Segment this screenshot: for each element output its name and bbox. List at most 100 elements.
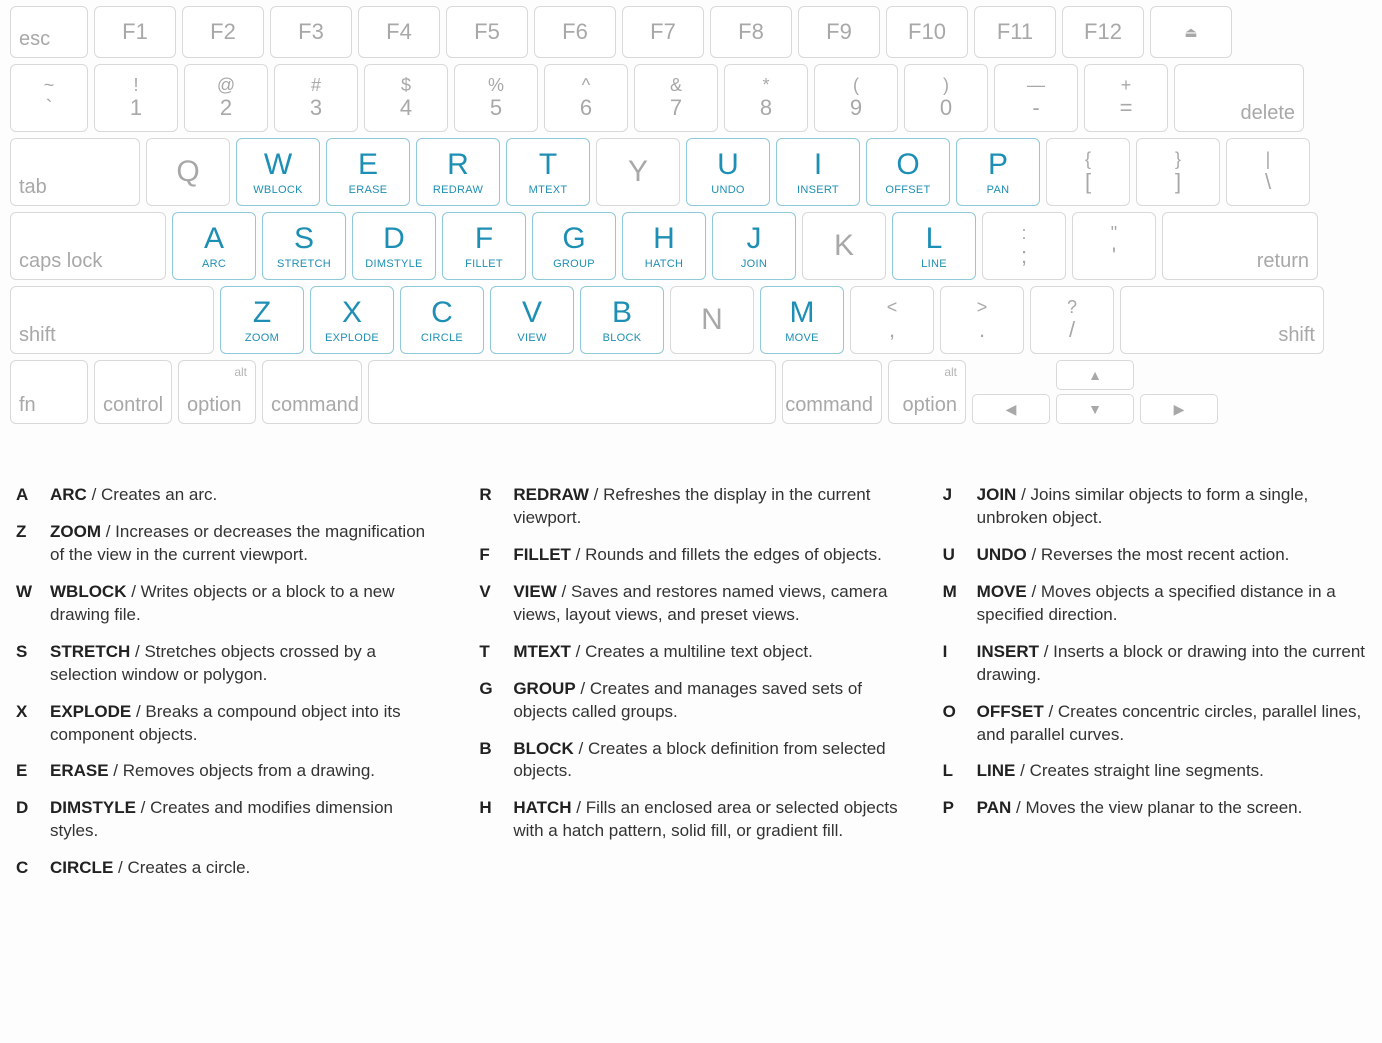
legend-item-l: LLINE / Creates straight line segments. [943,760,1366,783]
key-l[interactable]: LLINE [892,212,976,280]
key-k[interactable]: K [802,212,886,280]
keyboard-row-modifiers: fncontroloptionaltcommandcommandoptional… [10,360,1372,424]
key-return[interactable]: return [1162,212,1318,280]
key-h[interactable]: HHATCH [622,212,706,280]
legend-item-d: DDIMSTYLE / Creates and modifies dimensi… [16,797,439,843]
keyboard-row-bottom: shiftZZOOMXEXPLODECCIRCLEVVIEWBBLOCKNMMO… [10,286,1372,354]
key-bracket-0[interactable]: {[ [1046,138,1130,206]
key-num-12[interactable]: += [1084,64,1168,132]
key-arrow-up[interactable]: ▲ [1056,360,1134,390]
key-f1[interactable]: F1 [94,6,176,58]
key-num-9[interactable]: (9 [814,64,898,132]
key-num-10[interactable]: )0 [904,64,988,132]
key-num-3[interactable]: #3 [274,64,358,132]
key-x[interactable]: XEXPLODE [310,286,394,354]
key-bracket-2[interactable]: |\ [1226,138,1310,206]
legend-item-v: VVIEW / Saves and restores named views, … [479,581,902,627]
key-y[interactable]: Y [596,138,680,206]
key-esc[interactable]: esc [10,6,88,58]
key-q[interactable]: Q [146,138,230,206]
key-b[interactable]: BBLOCK [580,286,664,354]
key-fn[interactable]: fn [10,360,88,424]
key-num-8[interactable]: *8 [724,64,808,132]
key-c[interactable]: CCIRCLE [400,286,484,354]
key-delete[interactable]: delete [1174,64,1304,132]
key-num-7[interactable]: &7 [634,64,718,132]
key-capslock[interactable]: caps lock [10,212,166,280]
key-num-6[interactable]: ^6 [544,64,628,132]
key-shift-left[interactable]: shift [10,286,214,354]
legend-item-a: AARC / Creates an arc. [16,484,439,507]
key-z[interactable]: ZZOOM [220,286,304,354]
key-num-5[interactable]: %5 [454,64,538,132]
key-f9[interactable]: F9 [798,6,880,58]
legend-item-z: ZZOOM / Increases or decreases the magni… [16,521,439,567]
shortcut-legend: AARC / Creates an arc. ZZOOM / Increases … [10,484,1372,880]
key-punct4-2[interactable]: ?/ [1030,286,1114,354]
key-f8[interactable]: F8 [710,6,792,58]
key-f2[interactable]: F2 [182,6,264,58]
key-punct3-1[interactable]: "' [1072,212,1156,280]
key-p[interactable]: PPAN [956,138,1040,206]
legend-item-p: PPAN / Moves the view planar to the scre… [943,797,1366,820]
key-f11[interactable]: F11 [974,6,1056,58]
key-arrow-right[interactable]: ▶ [1140,394,1218,424]
key-num-2[interactable]: @2 [184,64,268,132]
key-f6[interactable]: F6 [534,6,616,58]
key-m[interactable]: MMOVE [760,286,844,354]
key-punct4-0[interactable]: <, [850,286,934,354]
arrow-cluster: ▲◀▼▶ [972,360,1218,424]
key-e[interactable]: EERASE [326,138,410,206]
key-n[interactable]: N [670,286,754,354]
key-punct4-1[interactable]: >. [940,286,1024,354]
key-arrow-left[interactable]: ◀ [972,394,1050,424]
key-g[interactable]: GGROUP [532,212,616,280]
key-w[interactable]: WWBLOCK [236,138,320,206]
legend-item-x: XEXPLODE / Breaks a compound object into… [16,701,439,747]
key-r[interactable]: RREDRAW [416,138,500,206]
key-num-0[interactable]: ~` [10,64,88,132]
key-v[interactable]: VVIEW [490,286,574,354]
keyboard-row-function: escF1F2F3F4F5F6F7F8F9F10F11F12⏏ [10,6,1372,58]
key-f4[interactable]: F4 [358,6,440,58]
key-i[interactable]: IINSERT [776,138,860,206]
keyboard: escF1F2F3F4F5F6F7F8F9F10F11F12⏏ ~`!1@2#3… [10,6,1372,424]
legend-item-c: CCIRCLE / Creates a circle. [16,857,439,880]
key-bracket-1[interactable]: }] [1136,138,1220,206]
key-num-1[interactable]: !1 [94,64,178,132]
legend-item-g: GGROUP / Creates and manages saved sets … [479,678,902,724]
legend-item-w: WWBLOCK / Writes objects or a block to a… [16,581,439,627]
legend-item-u: UUNDO / Reverses the most recent action. [943,544,1366,567]
key-j[interactable]: JJOIN [712,212,796,280]
key-option-right[interactable]: optionalt [888,360,966,424]
key-a[interactable]: AARC [172,212,256,280]
key-shift-right[interactable]: shift [1120,286,1324,354]
key-f[interactable]: FFILLET [442,212,526,280]
key-control[interactable]: control [94,360,172,424]
key-eject[interactable]: ⏏ [1150,6,1232,58]
key-arrow-down[interactable]: ▼ [1056,394,1134,424]
key-s[interactable]: SSTRETCH [262,212,346,280]
key-tab[interactable]: tab [10,138,140,206]
key-command-left[interactable]: command [262,360,362,424]
key-f10[interactable]: F10 [886,6,968,58]
key-u[interactable]: UUNDO [686,138,770,206]
key-d[interactable]: DDIMSTYLE [352,212,436,280]
key-f12[interactable]: F12 [1062,6,1144,58]
keyboard-row-home: caps lockAARCSSTRETCHDDIMSTYLEFFILLETGGR… [10,212,1372,280]
key-num-11[interactable]: —- [994,64,1078,132]
key-punct3-0[interactable]: :; [982,212,1066,280]
key-option-left[interactable]: optionalt [178,360,256,424]
legend-item-m: MMOVE / Moves objects a specified distan… [943,581,1366,627]
key-f5[interactable]: F5 [446,6,528,58]
key-num-4[interactable]: $4 [364,64,448,132]
key-o[interactable]: OOFFSET [866,138,950,206]
key-space[interactable] [368,360,776,424]
key-t[interactable]: TMTEXT [506,138,590,206]
keyboard-row-numbers: ~`!1@2#3$4%5^6&7*8(9)0—-+=delete [10,64,1372,132]
key-f7[interactable]: F7 [622,6,704,58]
key-command-right[interactable]: command [782,360,882,424]
key-f3[interactable]: F3 [270,6,352,58]
legend-col2: RREDRAW / Refreshes the display in the c… [479,484,902,880]
legend-item-r: RREDRAW / Refreshes the display in the c… [479,484,902,530]
